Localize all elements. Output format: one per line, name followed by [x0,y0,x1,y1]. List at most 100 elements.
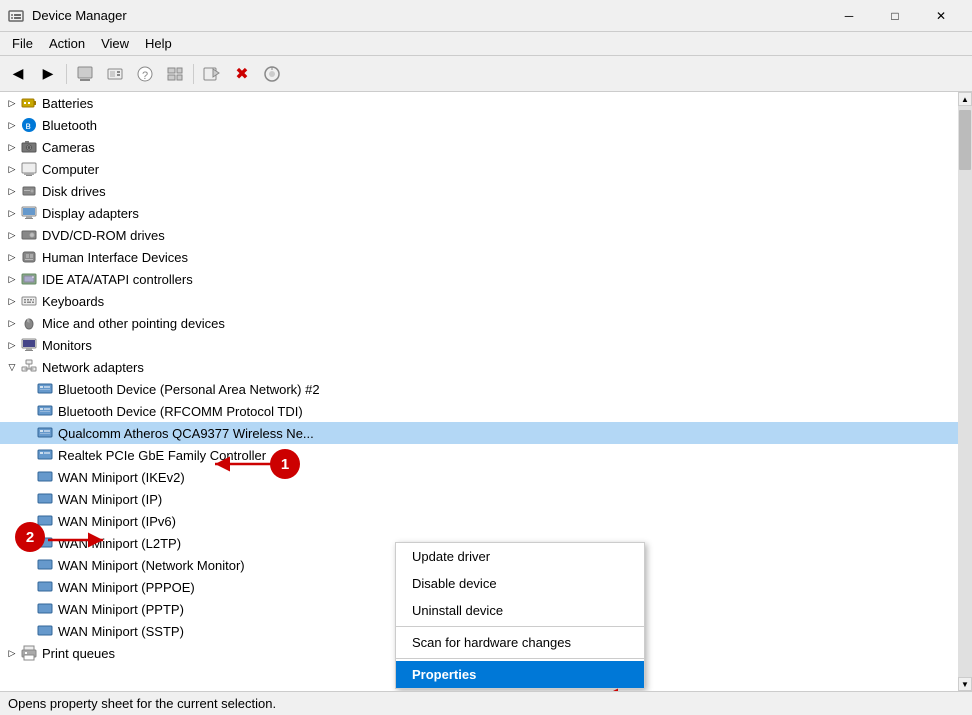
scroll-track[interactable] [958,106,972,677]
label-batteries: Batteries [42,96,93,111]
maximize-button[interactable]: □ [872,0,918,32]
scroll-up[interactable]: ▲ [958,92,972,106]
toolbar-add[interactable] [198,60,226,88]
device-tree[interactable]: ▷ Batteries ▷ ʙ Bluetooth [0,92,958,691]
context-menu-properties[interactable]: Properties [396,661,644,688]
context-menu: Update driver Disable device Uninstall d… [395,542,645,689]
tree-item-monitors[interactable]: ▷ Monitors [0,334,958,356]
menu-file[interactable]: File [4,34,41,53]
tree-item-wan-ikev2[interactable]: WAN Miniport (IKEv2) [0,466,958,488]
label-monitors: Monitors [42,338,92,353]
tree-item-cameras[interactable]: ▷ Cameras [0,136,958,158]
svg-text:ʙ: ʙ [26,121,31,132]
icon-bluetooth: ʙ [20,116,38,134]
icon-bt-pan [36,380,54,398]
label-bt-pan: Bluetooth Device (Personal Area Network)… [58,382,320,397]
icon-network [20,358,38,376]
main-area: ▷ Batteries ▷ ʙ Bluetooth [0,92,972,691]
label-hid: Human Interface Devices [42,250,188,265]
expand-mice[interactable]: ▷ [4,315,20,331]
menu-bar: File Action View Help [0,32,972,56]
expand-display[interactable]: ▷ [4,205,20,221]
icon-mice [20,314,38,332]
svg-text:?: ? [142,70,148,82]
toolbar-scan[interactable] [258,60,286,88]
minimize-button[interactable]: ─ [826,0,872,32]
label-display: Display adapters [42,206,139,221]
icon-wan-ip [36,490,54,508]
expand-bluetooth[interactable]: ▷ [4,117,20,133]
scroll-thumb[interactable] [959,110,971,170]
expand-network[interactable]: ▽ [4,359,20,375]
window-title: Device Manager [32,8,127,23]
expand-batteries[interactable]: ▷ [4,95,20,111]
tree-item-dvd[interactable]: ▷ DVD/CD-ROM drives [0,224,958,246]
scrollbar[interactable]: ▲ ▼ [958,92,972,691]
tree-item-computer[interactable]: ▷ Computer [0,158,958,180]
tree-item-bluetooth[interactable]: ▷ ʙ Bluetooth [0,114,958,136]
tree-item-hid[interactable]: ▷ Human Interface Devices [0,246,958,268]
icon-wan-pptp [36,600,54,618]
label-wan-ikev2: WAN Miniport (IKEv2) [58,470,185,485]
menu-action[interactable]: Action [41,34,93,53]
toolbar-back[interactable]: ◀ [4,60,32,88]
label-wan-netmon: WAN Miniport (Network Monitor) [58,558,245,573]
toolbar-forward[interactable]: ▶ [34,60,62,88]
icon-wan-ipv6 [36,512,54,530]
context-menu-disable-device[interactable]: Disable device [396,570,644,597]
toolbar-help[interactable]: ? [131,60,159,88]
tree-item-qualcomm[interactable]: Qualcomm Atheros QCA9377 Wireless Ne... [0,422,958,444]
close-button[interactable]: ✕ [918,0,964,32]
scroll-down[interactable]: ▼ [958,677,972,691]
expand-dvd[interactable]: ▷ [4,227,20,243]
tree-item-batteries[interactable]: ▷ Batteries [0,92,958,114]
icon-display [20,204,38,222]
tree-item-mice[interactable]: ▷ Mice and other pointing devices [0,312,958,334]
expand-keyboards[interactable]: ▷ [4,293,20,309]
toolbar-view[interactable] [161,60,189,88]
toolbar-update[interactable] [101,60,129,88]
icon-monitors [20,336,38,354]
tree-item-wan-ip[interactable]: WAN Miniport (IP) [0,488,958,510]
toolbar-sep1 [66,64,67,84]
expand-hid[interactable]: ▷ [4,249,20,265]
label-dvd: DVD/CD-ROM drives [42,228,165,243]
title-bar-left: Device Manager [8,8,127,24]
context-menu-scan-hardware[interactable]: Scan for hardware changes [396,629,644,656]
label-wan-pppoe: WAN Miniport (PPPOE) [58,580,195,595]
toolbar-properties[interactable] [71,60,99,88]
tree-item-bt-pan[interactable]: Bluetooth Device (Personal Area Network)… [0,378,958,400]
toolbar-remove[interactable]: ✖ [228,60,256,88]
expand-ide[interactable]: ▷ [4,271,20,287]
expand-print[interactable]: ▷ [4,645,20,661]
toolbar-sep2 [193,64,194,84]
app-icon [8,8,24,24]
context-menu-update-driver[interactable]: Update driver [396,543,644,570]
icon-wan-sstp [36,622,54,640]
icon-wan-l2tp [36,534,54,552]
menu-help[interactable]: Help [137,34,180,53]
menu-view[interactable]: View [93,34,137,53]
tree-item-realtek[interactable]: Realtek PCIe GbE Family Controller [0,444,958,466]
expand-disk[interactable]: ▷ [4,183,20,199]
tree-item-wan-ipv6[interactable]: WAN Miniport (IPv6) [0,510,958,532]
expand-cameras[interactable]: ▷ [4,139,20,155]
label-mice: Mice and other pointing devices [42,316,225,331]
context-menu-uninstall-device[interactable]: Uninstall device [396,597,644,624]
tree-item-bt-rfcomm[interactable]: Bluetooth Device (RFCOMM Protocol TDI) [0,400,958,422]
status-bar: Opens property sheet for the current sel… [0,691,972,715]
tree-item-network[interactable]: ▽ Network adapters [0,356,958,378]
expand-monitors[interactable]: ▷ [4,337,20,353]
label-print: Print queues [42,646,115,661]
tree-item-ide[interactable]: ▷ IDE ATA/ATAPI controllers [0,268,958,290]
label-bt-rfcomm: Bluetooth Device (RFCOMM Protocol TDI) [58,404,303,419]
tree-item-disk[interactable]: ▷ Disk drives [0,180,958,202]
title-bar: Device Manager ─ □ ✕ [0,0,972,32]
expand-computer[interactable]: ▷ [4,161,20,177]
icon-wan-netmon [36,556,54,574]
tree-item-keyboards[interactable]: ▷ Keyboards [0,290,958,312]
label-ide: IDE ATA/ATAPI controllers [42,272,193,287]
label-wan-ip: WAN Miniport (IP) [58,492,162,507]
label-wan-ipv6: WAN Miniport (IPv6) [58,514,176,529]
tree-item-display[interactable]: ▷ Display adapters [0,202,958,224]
